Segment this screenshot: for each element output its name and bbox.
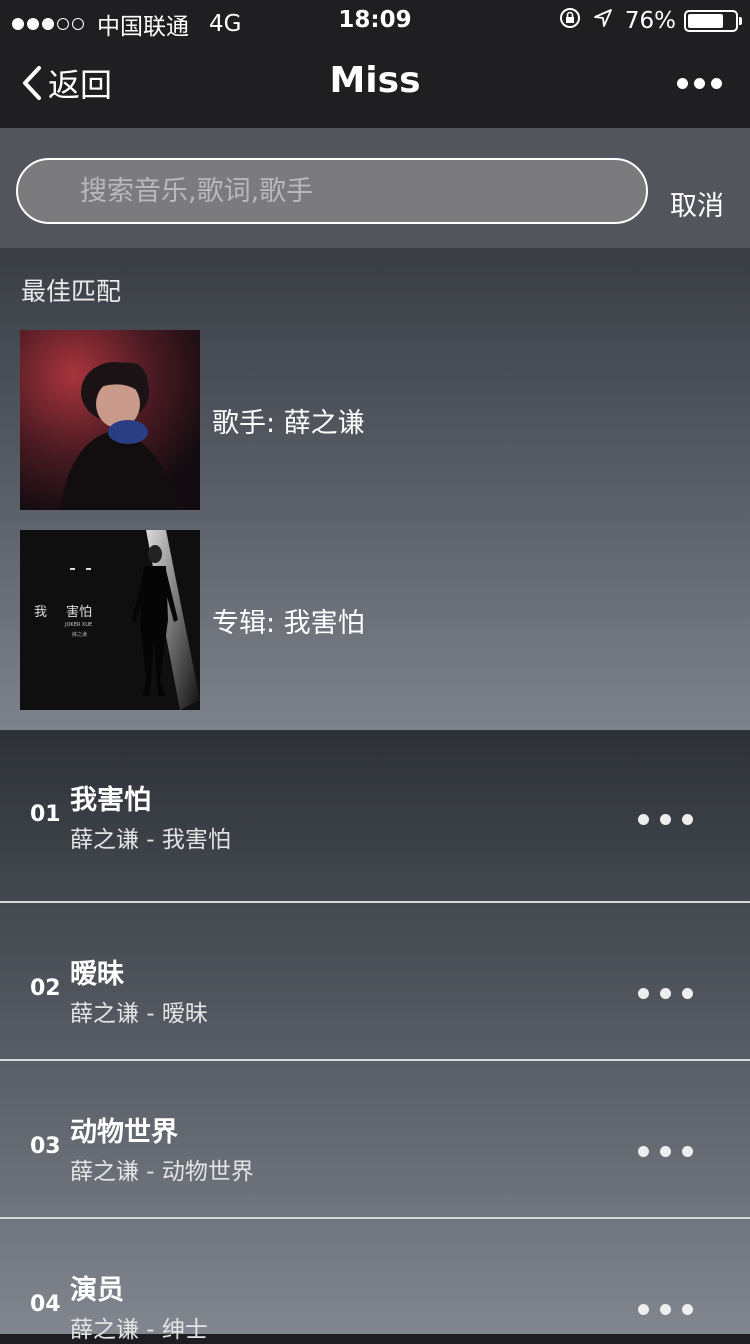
song-subtitle: 薛之谦 - 我害怕 bbox=[70, 827, 231, 853]
more-options-icon[interactable] bbox=[638, 988, 704, 999]
song-subtitle: 薛之谦 - 绅士 bbox=[70, 1317, 208, 1343]
song-title: 暧昧 bbox=[70, 959, 124, 990]
album-label: 专辑: 我害怕 bbox=[212, 607, 365, 639]
battery-percent: 76% bbox=[624, 7, 676, 34]
song-row[interactable]: 04 演员 薛之谦 - 绅士 bbox=[0, 1219, 750, 1343]
album-cover: 我 害怕 JOKER XUE 薛之谦 bbox=[20, 530, 200, 710]
search-bar: 取消 bbox=[0, 128, 750, 248]
song-number: 02 bbox=[30, 976, 61, 1001]
song-title: 我害怕 bbox=[70, 785, 151, 816]
best-match-title: 最佳匹配 bbox=[21, 277, 122, 306]
artist-label: 歌手: 薛之谦 bbox=[212, 407, 365, 439]
song-number: 03 bbox=[30, 1134, 61, 1159]
more-dots-icon[interactable] bbox=[671, 78, 722, 89]
battery-icon bbox=[684, 9, 742, 32]
top-bar: 中国联通 4G 18:09 76% 返回 Miss bbox=[0, 0, 750, 128]
orientation-lock-icon bbox=[559, 7, 581, 34]
best-match-section: 最佳匹配 歌手: 薛之谦 我 害怕 JOKER XUE 薛之谦 专辑: 我害怕 bbox=[0, 248, 750, 730]
song-row[interactable]: 01 我害怕 薛之谦 - 我害怕 bbox=[0, 730, 750, 902]
song-subtitle: 薛之谦 - 暧昧 bbox=[70, 1001, 208, 1027]
best-match-album[interactable]: 我 害怕 JOKER XUE 薛之谦 专辑: 我害怕 bbox=[20, 530, 365, 710]
navigation-bar: 返回 Miss bbox=[0, 48, 750, 120]
song-row[interactable]: 02 暧昧 薛之谦 - 暧昧 bbox=[0, 903, 750, 1060]
artist-photo bbox=[20, 330, 200, 510]
location-arrow-icon bbox=[593, 8, 613, 33]
more-options-icon[interactable] bbox=[638, 814, 704, 825]
album-cover-artist-en: JOKER XUE bbox=[64, 622, 92, 628]
song-number: 01 bbox=[30, 802, 61, 827]
song-subtitle: 薛之谦 - 动物世界 bbox=[70, 1159, 254, 1185]
page-title: Miss bbox=[329, 60, 421, 101]
song-number: 04 bbox=[30, 1292, 61, 1317]
album-cover-char-1: 我 bbox=[34, 605, 47, 620]
best-match-artist[interactable]: 歌手: 薛之谦 bbox=[20, 330, 365, 510]
song-title: 演员 bbox=[70, 1275, 124, 1306]
more-options-icon[interactable] bbox=[638, 1146, 704, 1157]
status-bar: 中国联通 4G 18:09 76% bbox=[0, 0, 750, 40]
more-options-icon[interactable] bbox=[638, 1304, 704, 1315]
cancel-button[interactable]: 取消 bbox=[670, 184, 724, 223]
song-row[interactable]: 03 动物世界 薛之谦 - 动物世界 bbox=[0, 1061, 750, 1218]
song-list: 01 我害怕 薛之谦 - 我害怕 02 暧昧 薛之谦 - 暧昧 03 动物世界 … bbox=[0, 730, 750, 1343]
song-title: 动物世界 bbox=[70, 1117, 178, 1148]
album-cover-artist-cn: 薛之谦 bbox=[72, 631, 87, 638]
search-input[interactable] bbox=[16, 158, 648, 224]
album-cover-char-2: 害怕 bbox=[66, 604, 92, 620]
